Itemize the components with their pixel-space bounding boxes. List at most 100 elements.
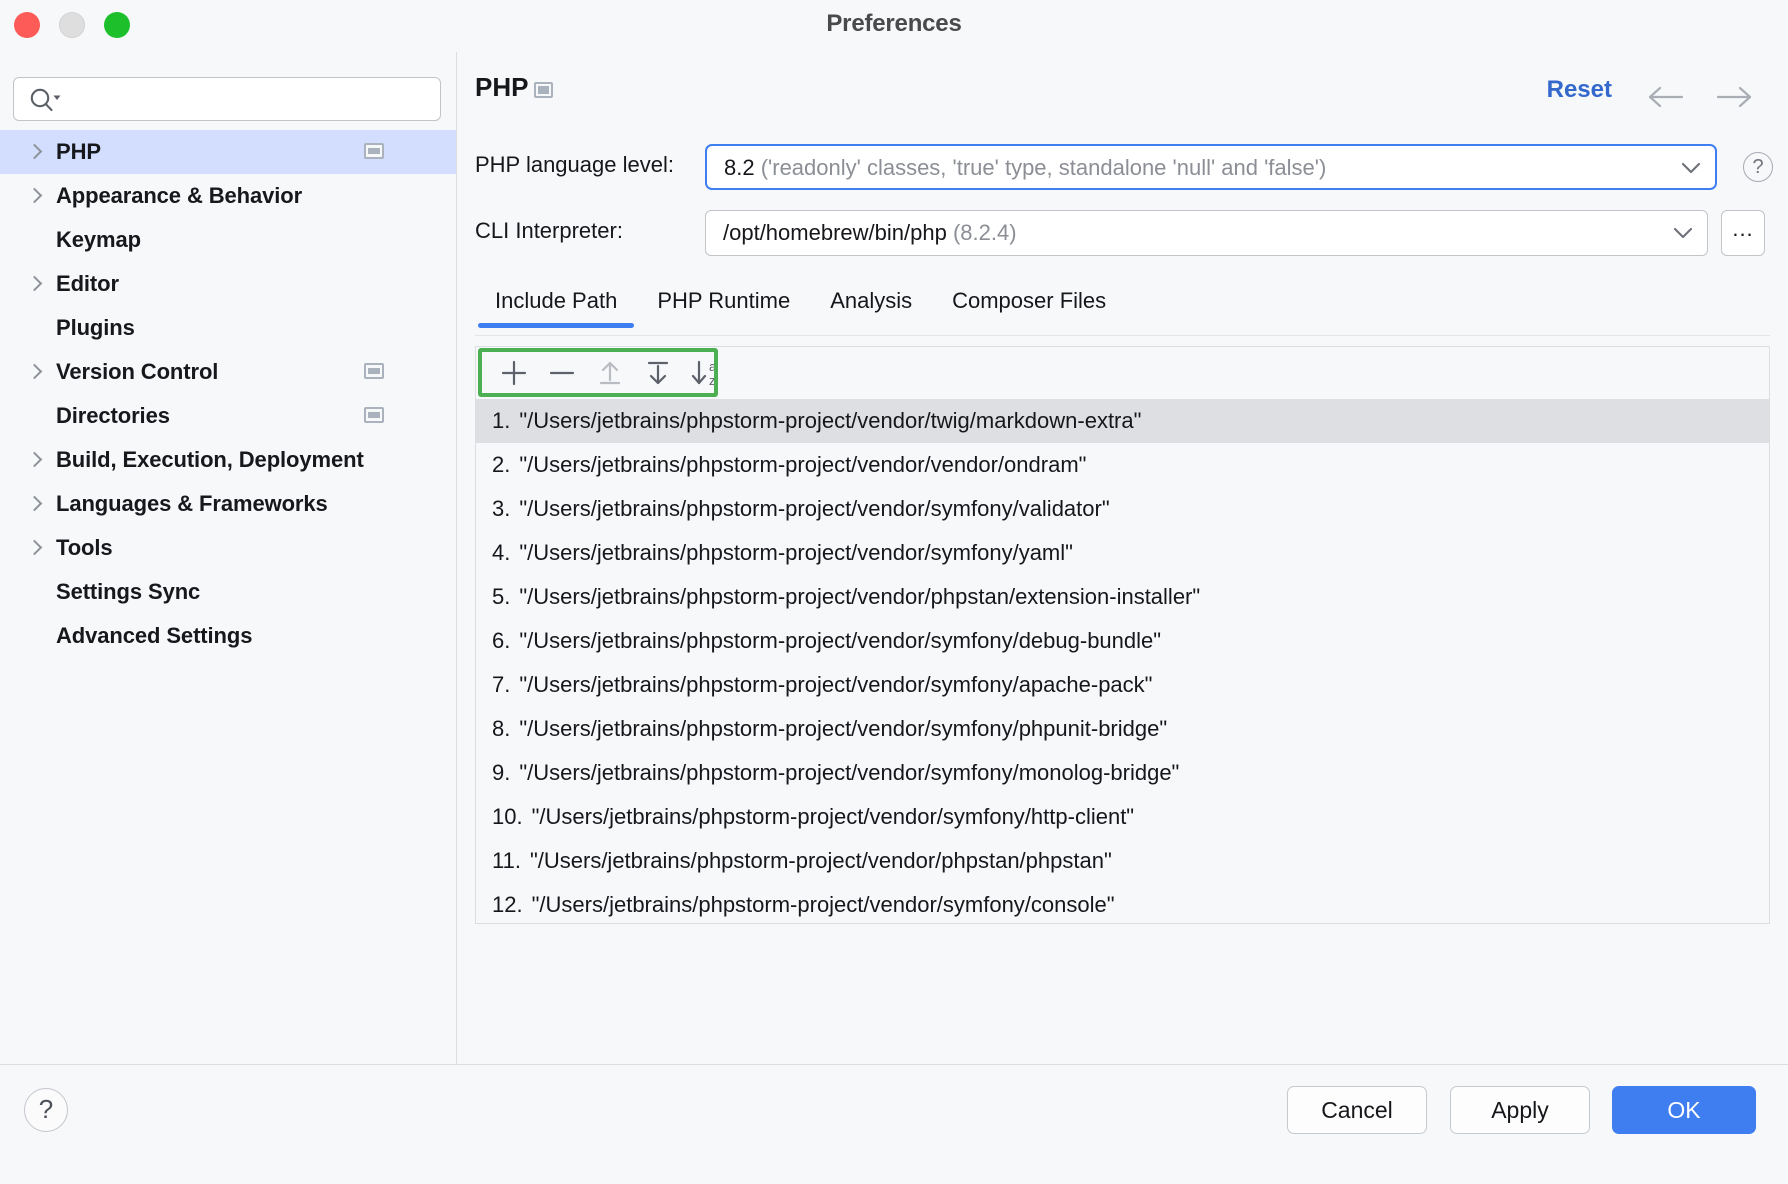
list-item[interactable]: 10. "/Users/jetbrains/phpstorm-project/v… (476, 795, 1769, 839)
list-item[interactable]: 3. "/Users/jetbrains/phpstorm-project/ve… (476, 487, 1769, 531)
apply-button[interactable]: Apply (1450, 1086, 1590, 1134)
chevron-right-icon (24, 141, 46, 163)
tab-include-path[interactable]: Include Path (475, 280, 637, 328)
cli-interpreter-value: /opt/homebrew/bin/php (8.2.4) (723, 220, 1017, 246)
svg-text:z: z (709, 373, 716, 388)
list-item-index: 2. (492, 452, 511, 477)
sidebar-item-label: Keymap (56, 227, 141, 252)
include-path-panel: a z 1. "/Users/jetbrains/phpstorm-projec… (475, 346, 1770, 924)
minus-icon (549, 371, 575, 375)
list-item-index: 10. (492, 804, 523, 829)
list-item-index: 4. (492, 540, 511, 565)
sidebar-item-label: Languages & Frameworks (56, 491, 328, 516)
sidebar-item-label: Directories (56, 403, 170, 428)
settings-tree: PHP Appearance & Behavior Keymap Editor … (0, 130, 456, 658)
sidebar-item-editor[interactable]: Editor (0, 262, 456, 306)
settings-detail-panel: PHP Reset PHP language level: 8.2 ('read… (457, 52, 1788, 1064)
list-item[interactable]: 2. "/Users/jetbrains/phpstorm-project/ve… (476, 443, 1769, 487)
sidebar-item-languages-frameworks[interactable]: Languages & Frameworks (0, 482, 456, 526)
sidebar-item-label: Tools (56, 535, 113, 560)
tab-analysis[interactable]: Analysis (810, 280, 932, 328)
sort-alphabetically-button[interactable]: a z (682, 353, 730, 393)
list-item-path: "/Users/jetbrains/phpstorm-project/vendo… (519, 408, 1142, 433)
list-item-path: "/Users/jetbrains/phpstorm-project/vendo… (529, 848, 1112, 873)
sidebar-item-php[interactable]: PHP (0, 130, 456, 174)
cli-interpreter-browse-button[interactable]: ... (1721, 210, 1765, 256)
cancel-button[interactable]: Cancel (1287, 1086, 1427, 1134)
title-bar: Preferences (0, 0, 1788, 52)
window-title: Preferences (826, 10, 962, 37)
module-scope-icon (364, 143, 384, 159)
help-button[interactable]: ? (24, 1088, 68, 1132)
sidebar-item-appearance-behavior[interactable]: Appearance & Behavior (0, 174, 456, 218)
sidebar-item-tools[interactable]: Tools (0, 526, 456, 570)
cli-interpreter-select[interactable]: /opt/homebrew/bin/php (8.2.4) (705, 210, 1708, 256)
remove-path-button[interactable] (538, 353, 586, 393)
include-path-toolbar: a z (476, 347, 1769, 399)
arrow-right-icon[interactable] (1712, 84, 1756, 110)
sidebar-item-version-control[interactable]: Version Control (0, 350, 456, 394)
sidebar-item-label: Plugins (56, 315, 135, 340)
no-chevron-spacer (24, 229, 46, 251)
move-down-button[interactable] (634, 353, 682, 393)
tab-php-runtime[interactable]: PHP Runtime (637, 280, 810, 328)
arrow-left-icon[interactable] (1644, 84, 1688, 110)
list-item[interactable]: 8. "/Users/jetbrains/phpstorm-project/ve… (476, 707, 1769, 751)
list-item[interactable]: 12. "/Users/jetbrains/phpstorm-project/v… (476, 883, 1769, 923)
search-icon (28, 87, 62, 113)
list-item-index: 7. (492, 672, 511, 697)
list-item-path: "/Users/jetbrains/phpstorm-project/vendo… (519, 496, 1110, 521)
list-item-index: 9. (492, 760, 511, 785)
sidebar-item-label: Appearance & Behavior (56, 183, 303, 208)
sidebar-item-keymap[interactable]: Keymap (0, 218, 456, 262)
detail-header: PHP Reset (457, 52, 1788, 122)
list-item[interactable]: 9. "/Users/jetbrains/phpstorm-project/ve… (476, 751, 1769, 795)
sidebar-item-advanced-settings[interactable]: Advanced Settings (0, 614, 456, 658)
arrow-down-to-line-icon (647, 361, 669, 385)
sort-az-icon: a z (691, 359, 717, 388)
list-item[interactable]: 4. "/Users/jetbrains/phpstorm-project/ve… (476, 531, 1769, 575)
search-field-wrapper (13, 77, 441, 122)
sidebar-item-label: Editor (56, 271, 119, 296)
sidebar-item-settings-sync[interactable]: Settings Sync (0, 570, 456, 614)
list-item-index: 5. (492, 584, 511, 609)
no-chevron-spacer (24, 581, 46, 603)
list-item-index: 12. (492, 892, 523, 917)
list-item[interactable]: 6. "/Users/jetbrains/phpstorm-project/ve… (476, 619, 1769, 663)
list-item-path: "/Users/jetbrains/phpstorm-project/vendo… (519, 672, 1153, 697)
search-input[interactable] (66, 78, 436, 122)
list-item-index: 8. (492, 716, 511, 741)
tab-composer-files[interactable]: Composer Files (932, 280, 1126, 328)
add-path-button[interactable] (490, 353, 538, 393)
reset-link[interactable]: Reset (1547, 76, 1612, 104)
cli-interpreter-version: (8.2.4) (952, 220, 1017, 245)
cli-interpreter-path: /opt/homebrew/bin/php (723, 220, 947, 245)
plus-icon (501, 360, 527, 386)
list-item[interactable]: 5. "/Users/jetbrains/phpstorm-project/ve… (476, 575, 1769, 619)
sidebar-item-label: Version Control (56, 359, 219, 384)
sidebar-item-plugins[interactable]: Plugins (0, 306, 456, 350)
list-item[interactable]: 1. "/Users/jetbrains/phpstorm-project/ve… (476, 399, 1769, 443)
sidebar-item-directories[interactable]: Directories (0, 394, 456, 438)
php-language-level-hint: ('readonly' classes, 'true' type, standa… (760, 155, 1327, 180)
list-item-path: "/Users/jetbrains/phpstorm-project/vendo… (519, 760, 1180, 785)
module-scope-icon (364, 407, 384, 423)
list-item-path: "/Users/jetbrains/phpstorm-project/vendo… (519, 452, 1087, 477)
no-chevron-spacer (24, 625, 46, 647)
php-language-level-help-icon[interactable]: ? (1743, 152, 1773, 182)
move-up-button[interactable] (586, 353, 634, 393)
chevron-right-icon (24, 361, 46, 383)
sidebar-item-label: Settings Sync (56, 579, 201, 604)
sidebar-item-label: Build, Execution, Deployment (56, 447, 364, 472)
sidebar-item-build-execution-deployment[interactable]: Build, Execution, Deployment (0, 438, 456, 482)
sidebar-item-label: PHP (56, 139, 101, 164)
ok-button[interactable]: OK (1612, 1086, 1756, 1134)
list-item[interactable]: 11. "/Users/jetbrains/phpstorm-project/v… (476, 839, 1769, 883)
list-item-index: 11. (492, 848, 521, 873)
search-box[interactable] (13, 77, 441, 122)
list-item-path: "/Users/jetbrains/phpstorm-project/vendo… (519, 716, 1168, 741)
php-language-level-select[interactable]: 8.2 ('readonly' classes, 'true' type, st… (705, 144, 1717, 190)
list-item[interactable]: 7. "/Users/jetbrains/phpstorm-project/ve… (476, 663, 1769, 707)
chevron-right-icon (24, 185, 46, 207)
page-title: PHP (475, 72, 529, 102)
